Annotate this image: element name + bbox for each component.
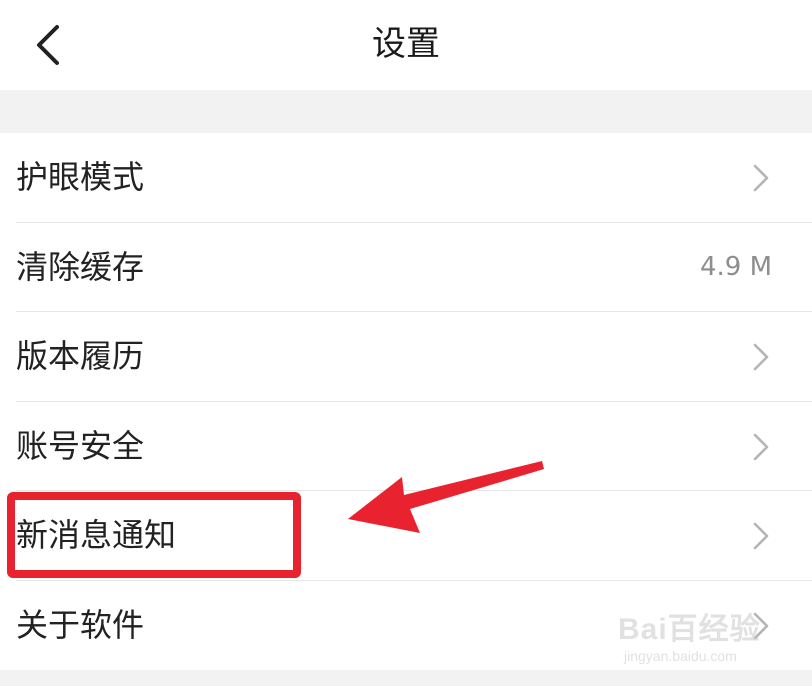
setting-label: 关于软件 <box>16 605 145 644</box>
setting-label: 账号安全 <box>16 426 145 465</box>
chevron-right-icon <box>753 433 769 460</box>
annotation-highlight-box <box>7 492 301 578</box>
chevron-right-icon <box>753 522 769 550</box>
setting-clear-cache[interactable]: 清除缓存 4.9 M <box>0 223 812 312</box>
annotation-arrow-icon <box>348 461 544 533</box>
page-title: 设置 <box>372 24 440 64</box>
settings-page: 设置 护眼模式 清除缓存 4.9 M 版本履历 账号安全 新消息通知 关于软件 … <box>0 0 812 686</box>
watermark-brand: Bai百经验 <box>618 613 761 646</box>
chevron-right-icon <box>753 343 769 371</box>
setting-label: 护眼模式 <box>16 158 145 196</box>
cache-size-value: 4.9 M <box>699 251 772 282</box>
setting-version-history[interactable]: 版本履历 <box>0 312 812 402</box>
setting-eye-protection[interactable]: 护眼模式 <box>0 133 812 223</box>
setting-label: 清除缓存 <box>16 247 145 286</box>
setting-label: 版本履历 <box>16 337 145 375</box>
watermark: Bai百经验 jingyan.baidu.com <box>618 596 808 676</box>
watermark-site: jingyan.baidu.com <box>624 648 737 664</box>
chevron-right-icon <box>753 164 769 192</box>
settings-list: 护眼模式 清除缓存 4.9 M 版本履历 账号安全 新消息通知 关于软件 <box>0 133 812 670</box>
nav-header: 设置 <box>0 0 812 90</box>
